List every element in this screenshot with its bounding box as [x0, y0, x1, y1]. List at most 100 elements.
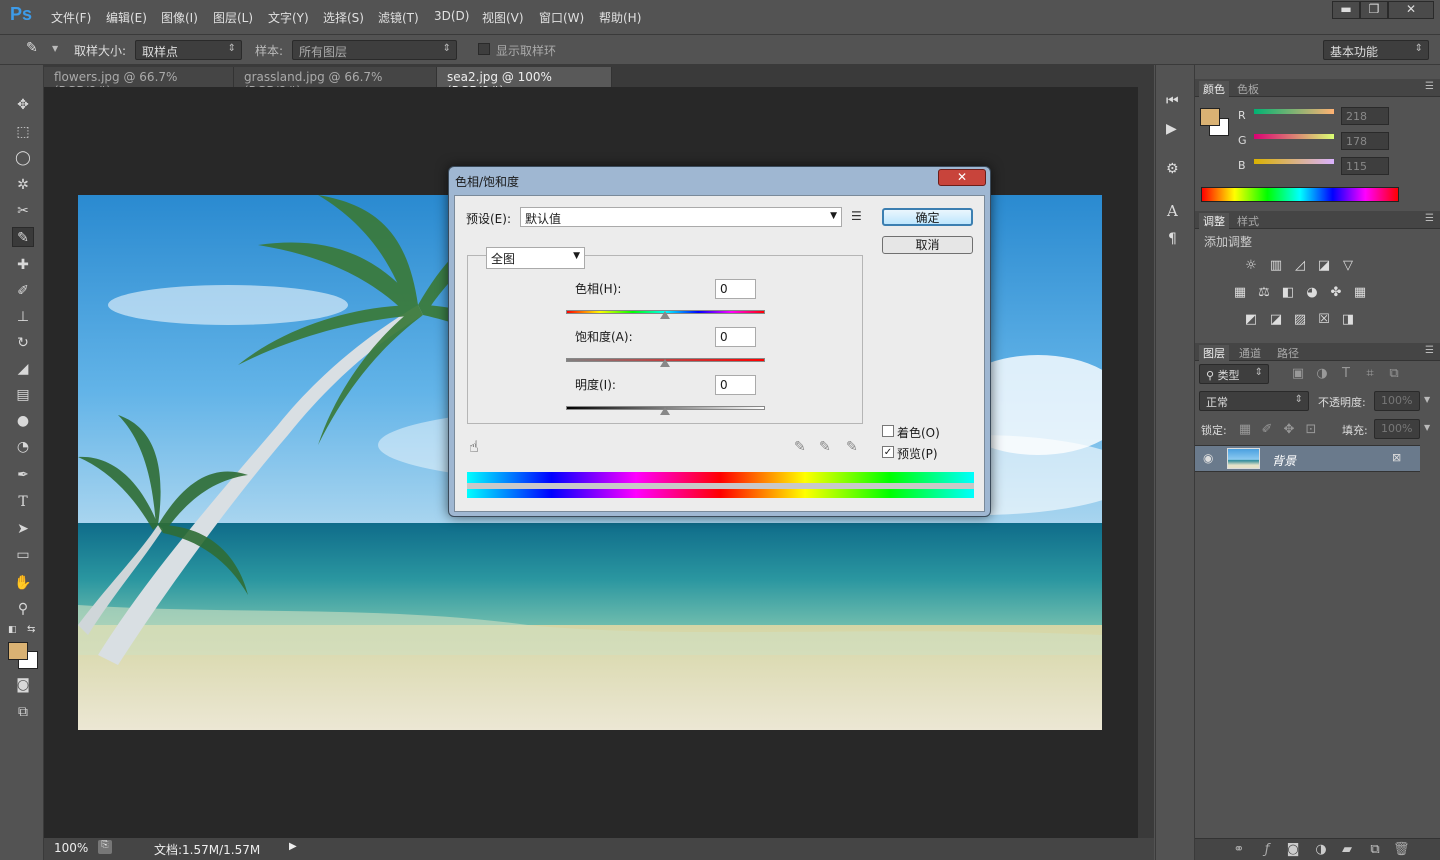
tab-swatches[interactable]: 色板 [1233, 81, 1263, 97]
lasso-tool-icon[interactable]: ◯ [12, 148, 34, 168]
eyedropper-icon[interactable]: ✎ [794, 439, 806, 455]
menu-image[interactable]: 图像(I) [161, 9, 198, 26]
colorize-checkbox[interactable] [882, 425, 894, 437]
panel-menu-icon[interactable]: ☰ [1425, 213, 1434, 224]
close-window-button[interactable]: ✕ [1388, 1, 1434, 19]
new-group-icon[interactable]: ▰ [1339, 843, 1355, 857]
eyedropper-minus-icon[interactable]: ✎ [846, 439, 858, 455]
hue-input[interactable]: 0 [715, 279, 756, 299]
menu-select[interactable]: 选择(S) [323, 9, 364, 26]
menu-file[interactable]: 文件(F) [51, 9, 91, 26]
hue-saturation-icon[interactable]: ▦ [1232, 286, 1248, 300]
filter-pixel-icon[interactable]: ▣ [1290, 367, 1306, 381]
link-layers-icon[interactable]: ⚭ [1231, 843, 1247, 857]
minimize-button[interactable]: ▬ [1332, 1, 1360, 19]
filter-smart-object-icon[interactable]: ⧉ [1386, 367, 1402, 381]
tab-channels[interactable]: 通道 [1235, 345, 1265, 361]
history-brush-icon[interactable]: ↻ [12, 333, 34, 353]
marquee-tool-icon[interactable]: ⬚ [12, 122, 34, 142]
r-slider[interactable] [1254, 109, 1334, 114]
tab-adjustments[interactable]: 调整 [1199, 213, 1229, 229]
levels-icon[interactable]: ▥ [1268, 259, 1284, 273]
curves-icon[interactable]: ◿ [1292, 259, 1308, 273]
panel-menu-icon[interactable]: ☰ [1425, 81, 1434, 92]
r-value[interactable]: 218 [1341, 107, 1389, 125]
b-slider[interactable] [1254, 159, 1334, 164]
posterize-icon[interactable]: ◪ [1268, 313, 1284, 327]
path-selection-icon[interactable]: ➤ [12, 519, 34, 539]
tab-color[interactable]: 颜色 [1199, 81, 1229, 97]
zoom-tool-icon[interactable]: ⚲ [12, 599, 34, 619]
dodge-tool-icon[interactable]: ◔ [12, 437, 34, 457]
eraser-tool-icon[interactable]: ◢ [12, 359, 34, 379]
photo-filter-icon[interactable]: ◕ [1304, 286, 1320, 300]
tab-flowers[interactable]: flowers.jpg @ 66.7%(RGB/8#) × [44, 67, 234, 98]
tab-styles[interactable]: 样式 [1233, 213, 1263, 229]
tab-paths[interactable]: 路径 [1273, 345, 1303, 361]
preset-options-icon[interactable]: ☰ [851, 209, 862, 223]
workspace-select[interactable]: 基本功能 ⇕ [1323, 40, 1429, 60]
fill-input[interactable]: 100% [1374, 419, 1420, 439]
sample-size-select[interactable]: 取样点 ⇕ [135, 40, 242, 60]
lightness-input[interactable]: 0 [715, 375, 756, 395]
tab-sea2[interactable]: sea2.jpg @ 100%(RGB/8#) × [437, 67, 612, 98]
visibility-eye-icon[interactable]: ◉ [1203, 451, 1213, 465]
hue-slider-thumb[interactable] [660, 311, 670, 319]
healing-brush-icon[interactable]: ✚ [12, 255, 34, 275]
pen-tool-icon[interactable]: ✒ [12, 465, 34, 485]
g-value[interactable]: 178 [1341, 132, 1389, 150]
sample-select[interactable]: 所有图层 ⇕ [292, 40, 457, 60]
history-panel-icon[interactable]: ⏮ [1166, 93, 1179, 109]
channel-select[interactable]: 全图 ▼ [486, 247, 585, 269]
default-colors-icon[interactable]: ◧ [8, 625, 17, 635]
b-value[interactable]: 115 [1341, 157, 1389, 175]
lightness-slider-thumb[interactable] [660, 407, 670, 415]
magic-wand-tool-icon[interactable]: ✲ [12, 175, 34, 195]
filter-adjustment-icon[interactable]: ◑ [1314, 367, 1330, 381]
preview-checkbox[interactable]: ✓ [882, 446, 894, 458]
tab-grassland[interactable]: grassland.jpg @ 66.7%(RGB/8#) × [234, 67, 437, 98]
gradient-tool-icon[interactable]: ▤ [12, 385, 34, 405]
g-slider[interactable] [1254, 134, 1334, 139]
brightness-icon[interactable]: ☼ [1243, 259, 1259, 273]
preset-select[interactable]: 默认值 ▼ [520, 207, 842, 227]
foreground-color-swatch[interactable] [8, 642, 28, 660]
actions-panel-icon[interactable]: ▶ [1166, 121, 1177, 137]
new-adjustment-icon[interactable]: ◑ [1313, 843, 1329, 857]
hand-tool-icon[interactable]: ✋ [12, 573, 34, 593]
saturation-input[interactable]: 0 [715, 327, 756, 347]
character-panel-icon[interactable]: A [1167, 202, 1178, 220]
eyedropper-plus-icon[interactable]: ✎ [819, 439, 831, 455]
paragraph-panel-icon[interactable]: ¶ [1168, 231, 1177, 247]
menu-window[interactable]: 窗口(W) [539, 9, 584, 26]
color-lookup-icon[interactable]: ▦ [1352, 286, 1368, 300]
status-menu-arrow-icon[interactable]: ▶ [289, 841, 297, 852]
opacity-input[interactable]: 100% [1374, 391, 1420, 411]
layer-mask-icon[interactable]: ◙ [1285, 843, 1301, 857]
opacity-dropdown-icon[interactable]: ▼ [1424, 395, 1430, 404]
menu-help[interactable]: 帮助(H) [599, 9, 641, 26]
ok-button[interactable]: 确定 [882, 208, 973, 226]
lock-transparent-icon[interactable]: ▦ [1237, 423, 1253, 437]
black-white-icon[interactable]: ◧ [1280, 286, 1296, 300]
filter-shape-icon[interactable]: ⌗ [1362, 367, 1378, 381]
swap-colors-icon[interactable]: ⇆ [27, 624, 35, 635]
filter-type-icon[interactable]: T [1338, 367, 1354, 381]
eyedropper-icon[interactable]: ✎ [12, 227, 34, 247]
saturation-slider-thumb[interactable] [660, 359, 670, 367]
blur-tool-icon[interactable]: ● [12, 411, 34, 431]
brush-tool-icon[interactable]: ✐ [12, 281, 34, 301]
tool-preset-arrow-icon[interactable]: ▼ [52, 44, 58, 53]
dialog-close-button[interactable]: ✕ [938, 169, 986, 186]
fill-dropdown-icon[interactable]: ▼ [1424, 423, 1430, 432]
cancel-button[interactable]: 取消 [882, 236, 973, 254]
layer-name[interactable]: 背景 [1272, 452, 1296, 469]
show-ring-checkbox[interactable] [478, 43, 490, 55]
properties-panel-icon[interactable]: ⚙ [1166, 161, 1179, 177]
menu-view[interactable]: 视图(V) [482, 9, 524, 26]
dialog-titlebar[interactable]: 色相/饱和度 ✕ [449, 167, 990, 194]
targeted-adjustment-hand-icon[interactable]: ☝ [469, 437, 479, 456]
clone-stamp-icon[interactable]: ⊥ [12, 307, 34, 327]
menu-filter[interactable]: 滤镜(T) [378, 9, 419, 26]
channel-mixer-icon[interactable]: ✤ [1328, 286, 1344, 300]
